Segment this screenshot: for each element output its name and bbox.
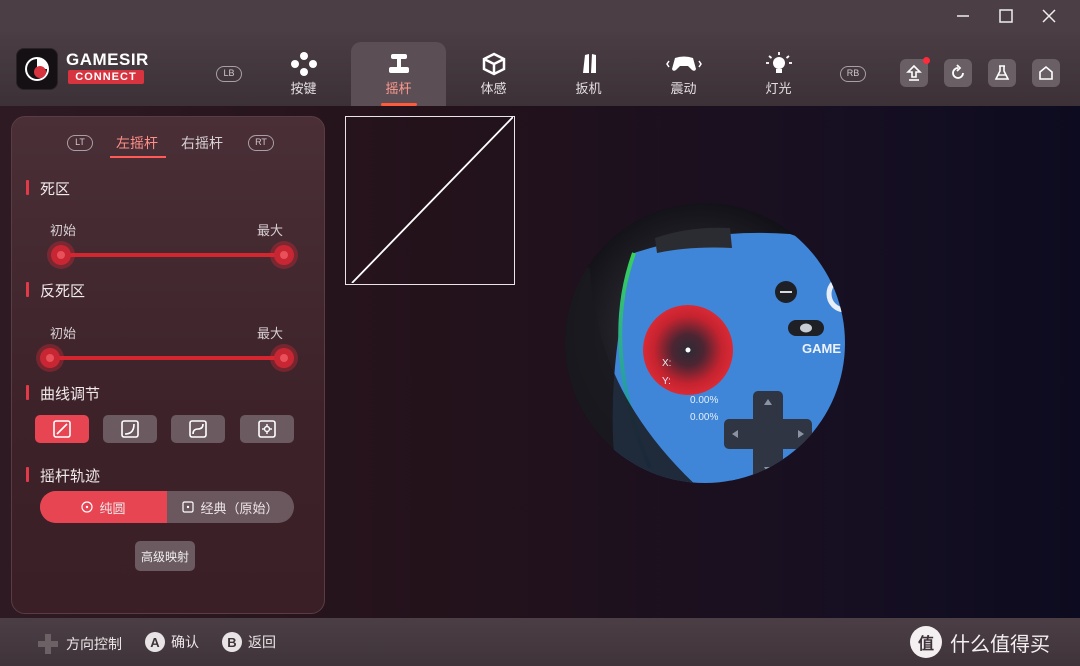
deadzone-slider-track[interactable] [60,253,285,257]
reset-button[interactable] [944,59,972,87]
stick-y-label: Y: [662,376,671,387]
curve-linear-button[interactable] [35,415,89,443]
hint-back: B 返回 [222,632,276,652]
stick-position-dot [685,347,691,353]
anti-deadzone-max-label: 最大 [257,327,284,342]
curve-linear-icon [53,420,71,438]
square-dot-icon [182,501,195,513]
anti-deadzone-min-handle[interactable] [40,348,60,368]
response-curve-line [351,117,513,283]
b-button-icon: B [222,632,242,652]
trajectory-circle-option[interactable]: 纯圆 [40,491,167,523]
upload-button[interactable] [900,57,930,87]
anti-deadzone-min-label: 初始 [50,327,77,342]
right-stick-tab[interactable]: 右摇杆 [181,133,223,153]
minimize-button[interactable] [942,0,984,32]
lt-badge[interactable]: LT [67,135,93,151]
controller-brand-text: GAME [802,341,841,356]
lightbulb-icon [765,50,793,78]
joystick-settings-panel: LT 左摇杆 右摇杆 RT 死区 初始 最大 反死区 初始 最大 曲线调节 摇杆… [11,116,325,614]
buttons-icon [290,50,318,78]
advanced-mapping-button[interactable]: 高级映射 [135,541,195,571]
brand-subname: CONNECT [68,70,144,84]
tab-label: 灯光 [765,82,792,97]
gamesir-logo [16,48,58,90]
title-bar [0,0,1080,32]
curve-custom-button[interactable] [240,415,294,443]
trajectory-circle-label: 纯圆 [99,501,126,517]
left-stick-tab[interactable]: 左摇杆 [116,133,158,153]
tab-trigger[interactable]: 扳机 [541,42,636,106]
curve-ease-in-icon [121,420,139,438]
stick-x-label: X: [662,358,672,369]
trajectory-segmented-control: 纯圆 经典（原始） [40,491,294,523]
upload-icon [906,64,922,81]
hint-confirm-label: 确认 [171,635,199,651]
hint-back-label: 返回 [248,635,276,651]
curve-ease-out-icon [189,420,207,438]
stick-y-value: 0.00% [690,412,719,423]
maximize-icon [999,9,1013,23]
home-button[interactable] [1032,59,1060,87]
circle-dot-icon [81,501,94,513]
trajectory-title: 摇杆轨迹 [26,465,100,486]
bottom-hint-bar: 方向控制 A 确认 B 返回 值 什么值得买 [0,618,1080,666]
notification-dot [923,57,930,64]
left-stick-tab-underline [110,156,166,158]
rt-badge[interactable]: RT [248,135,274,151]
curve-ease-in-button[interactable] [103,415,157,443]
motion-cube-icon [480,50,508,78]
curve-ease-out-button[interactable] [171,415,225,443]
anti-deadzone-title: 反死区 [26,280,85,301]
response-curve-graph [345,116,515,285]
brand-name: GAMESIR [66,50,149,69]
lab-button[interactable] [988,59,1016,87]
lab-flask-icon [994,65,1010,80]
deadzone-max-label: 最大 [257,224,284,239]
anti-deadzone-slider-track[interactable] [50,356,285,360]
hint-confirm: A 确认 [145,632,199,652]
watermark-badge: 值 [910,626,942,658]
close-button[interactable] [1028,0,1070,32]
tab-label: 按键 [290,82,317,97]
maximize-button[interactable] [985,0,1027,32]
joystick-icon [386,50,412,78]
curve-custom-icon [258,420,276,438]
tab-joystick[interactable]: 摇杆 [351,42,446,106]
dpad-icon [38,634,58,654]
tab-vibration[interactable]: 震动 [636,42,731,106]
lb-badge[interactable]: LB [216,66,242,82]
main-area: LT 左摇杆 右摇杆 RT 死区 初始 最大 反死区 初始 最大 曲线调节 摇杆… [0,106,1080,618]
hint-direction: 方向控制 [36,632,122,656]
curve-title: 曲线调节 [26,383,100,404]
deadzone-min-handle[interactable] [51,245,71,265]
tab-lighting[interactable]: 灯光 [731,42,826,106]
tab-label: 体感 [480,82,507,97]
trajectory-classic-option[interactable]: 经典（原始） [167,491,294,523]
gamesir-logo-icon [25,57,49,81]
tab-label: 扳机 [575,82,602,97]
minimize-icon [957,15,969,17]
deadzone-title: 死区 [26,178,70,199]
watermark-text: 什么值得买 [950,631,1050,656]
tab-motion[interactable]: 体感 [446,42,541,106]
close-icon [1042,9,1056,23]
watermark: 值 什么值得买 [910,626,1050,658]
deadzone-max-handle[interactable] [274,245,294,265]
a-button-icon: A [145,632,165,652]
top-nav-bar: GAMESIR CONNECT LB 按键 摇杆 体感 扳机 震动 灯光 RB [0,32,1080,106]
home-icon [1039,65,1053,80]
tab-buttons[interactable]: 按键 [256,42,351,106]
tab-label: 摇杆 [385,82,412,97]
deadzone-min-label: 初始 [50,224,77,239]
hint-direction-label: 方向控制 [66,637,122,653]
anti-deadzone-max-handle[interactable] [274,348,294,368]
reset-icon [952,64,964,79]
stick-x-value: 0.00% [690,395,719,406]
tab-label: 震动 [670,82,697,97]
trigger-icon [577,50,601,78]
trajectory-classic-label: 经典（原始） [200,501,279,517]
rb-badge[interactable]: RB [840,66,866,82]
vibration-gamepad-icon [665,50,702,78]
